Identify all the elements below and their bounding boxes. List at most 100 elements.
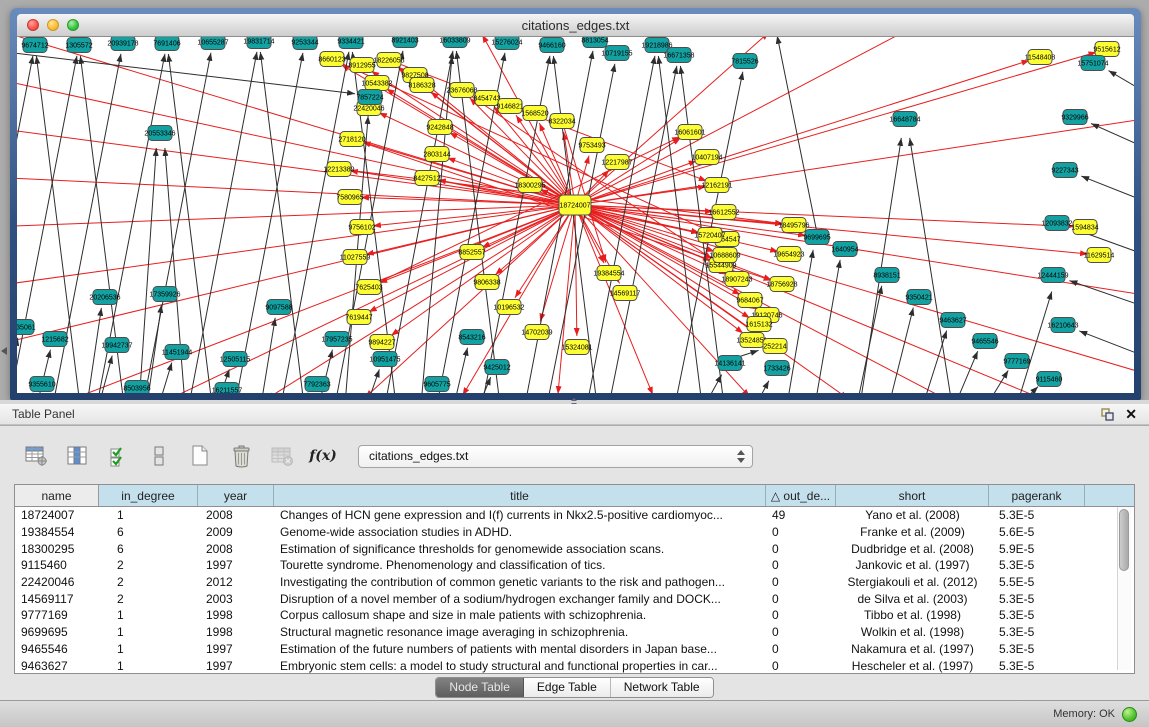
graph-node[interactable]: 12093832 [1041, 216, 1072, 231]
table-row[interactable]: 946554611997Estimation of the future num… [15, 641, 1134, 658]
graph-node[interactable]: 9699695 [803, 230, 830, 245]
table-row[interactable]: 969969511998Structural magnetic resonanc… [15, 624, 1134, 641]
graph-node[interactable]: 18226058 [373, 53, 404, 68]
graph-node[interactable]: 19384554 [593, 266, 624, 281]
graph-node[interactable]: 19831714 [243, 37, 274, 49]
graph-node[interactable]: 8186328 [408, 78, 435, 93]
column-header-name[interactable]: name [15, 485, 99, 506]
graph-node[interactable]: 9329966 [1061, 110, 1088, 125]
delete-table-button[interactable] [270, 444, 294, 468]
graph-node[interactable]: 252214 [763, 339, 787, 354]
table-row[interactable]: 1830029562008Estimation of significance … [15, 540, 1134, 557]
graph-node[interactable]: 1594834 [1071, 220, 1098, 235]
graph-node[interactable]: 14569117 [610, 286, 641, 301]
graph-node[interactable]: 11027559 [340, 250, 371, 265]
float-panel-icon[interactable] [1100, 407, 1115, 422]
graph-node[interactable]: 7857224 [356, 90, 383, 105]
delete-column-button[interactable] [229, 444, 253, 468]
graph-node[interactable]: 16671358 [663, 48, 694, 63]
graph-node[interactable]: 9465546 [971, 334, 998, 349]
network-window-titlebar[interactable]: citations_edges.txt [17, 14, 1134, 37]
graph-node[interactable]: 1640954 [831, 242, 858, 257]
graph-node[interactable]: 9146821 [496, 99, 523, 114]
show-columns-button[interactable] [65, 444, 89, 468]
table-row[interactable]: 2242004622012Investigating the contribut… [15, 574, 1134, 591]
graph-node[interactable]: 16210643 [1047, 318, 1078, 333]
graph-node[interactable]: 15751074 [1077, 56, 1108, 71]
table-scrollbar[interactable] [1117, 507, 1131, 670]
tab-network-table[interactable]: Network Table [611, 678, 713, 697]
graph-node[interactable]: 11629514 [1084, 248, 1115, 263]
graph-node[interactable]: 12444159 [1037, 268, 1068, 283]
graph-node[interactable]: 18907243 [721, 272, 752, 287]
graph-node[interactable]: 7625403 [355, 280, 382, 295]
graph-node[interactable]: 8912955 [348, 58, 375, 73]
table-select-dropdown[interactable]: citations_edges.txt [358, 445, 753, 468]
graph-node[interactable]: 18300295 [514, 178, 545, 193]
graph-node[interactable]: 11451944 [162, 345, 193, 360]
graph-node[interactable]: 8852557 [458, 245, 485, 260]
select-all-button[interactable] [106, 444, 130, 468]
new-column-button[interactable] [188, 444, 212, 468]
graph-node[interactable]: 10655287 [197, 37, 228, 50]
graph-node[interactable]: 9115460 [1036, 372, 1063, 387]
graph-node[interactable]: 14136141 [714, 356, 745, 371]
graph-node[interactable]: 9425012 [483, 360, 510, 375]
graph-node[interactable]: 23676068 [446, 83, 477, 98]
network-graph[interactable]: 1872400718300295866012389129551822605898… [17, 37, 1134, 393]
graph-node[interactable]: 10407194 [691, 150, 722, 165]
graph-node[interactable]: 1615132 [745, 317, 772, 332]
graph-node[interactable]: 9097588 [265, 300, 292, 315]
column-header-pagerank[interactable]: pagerank [989, 485, 1085, 506]
graph-node[interactable]: 8921403 [391, 37, 418, 48]
graph-node[interactable]: 9466160 [538, 38, 565, 53]
network-view-window[interactable]: citations_edges.txt 18724007183002958660… [10, 8, 1141, 400]
tab-node-table[interactable]: Node Table [436, 678, 524, 697]
graph-node[interactable]: 9350421 [905, 290, 932, 305]
graph-node[interactable]: 2803144 [423, 147, 450, 162]
graph-node[interactable]: 7815526 [731, 54, 758, 69]
function-builder-button[interactable]: f(x) [311, 444, 335, 468]
graph-node[interactable]: 8938151 [873, 268, 900, 283]
graph-node[interactable]: 16033809 [439, 37, 470, 48]
graph-node[interactable]: 1215682 [41, 332, 68, 347]
graph-node[interactable]: 16061601 [674, 125, 705, 140]
graph-node[interactable]: 20206536 [89, 290, 120, 305]
graph-node[interactable]: 16612552 [708, 205, 739, 220]
table-mode-button[interactable] [24, 444, 48, 468]
graph-node[interactable]: 8543216 [458, 330, 485, 345]
graph-node[interactable]: 10543382 [361, 76, 392, 91]
graph-node[interactable]: 9777169 [1003, 354, 1030, 369]
clear-selection-button[interactable] [147, 444, 171, 468]
graph-node[interactable]: 15720407 [694, 228, 725, 243]
graph-node[interactable]: 12213389 [323, 162, 354, 177]
graph-node[interactable]: 16211557 [212, 383, 243, 394]
graph-node[interactable]: 8660123 [318, 52, 345, 67]
minimize-window-button[interactable] [47, 19, 59, 31]
graph-node[interactable]: 9894227 [368, 335, 395, 350]
graph-node[interactable]: 12505115 [220, 352, 251, 367]
graph-node[interactable]: 20553346 [144, 126, 175, 141]
graph-node[interactable]: 7619447 [345, 310, 372, 325]
column-header-short[interactable]: short [836, 485, 989, 506]
graph-node[interactable]: 1305572 [65, 38, 92, 53]
graph-node[interactable]: 10688609 [709, 248, 740, 263]
graph-node[interactable]: 9756102 [348, 220, 375, 235]
graph-node[interactable]: 9515612 [1093, 42, 1120, 57]
column-header-year[interactable]: year [198, 485, 274, 506]
table-row[interactable]: 946362711997Embryonic stem cells: a mode… [15, 657, 1134, 674]
column-header-title[interactable]: title [274, 485, 766, 506]
graph-node[interactable]: 17359926 [149, 287, 180, 302]
graph-node[interactable]: 1733426 [763, 361, 790, 376]
table-row[interactable]: 911546021997Tourette syndrome. Phenomeno… [15, 557, 1134, 574]
table-row[interactable]: 977716911998Corpus callosum shape and si… [15, 607, 1134, 624]
graph-node[interactable]: 15324081 [561, 340, 592, 355]
graph-node[interactable]: 17957235 [321, 332, 352, 347]
graph-node[interactable]: 9334421 [337, 37, 364, 49]
graph-node[interactable]: 8427512 [413, 171, 440, 186]
graph-node[interactable]: 8503956 [123, 381, 150, 394]
graph-node[interactable]: 19654923 [773, 247, 804, 262]
graph-node[interactable]: 9806338 [473, 275, 500, 290]
close-window-button[interactable] [27, 19, 39, 31]
graph-node[interactable]: 18495796 [778, 218, 809, 233]
